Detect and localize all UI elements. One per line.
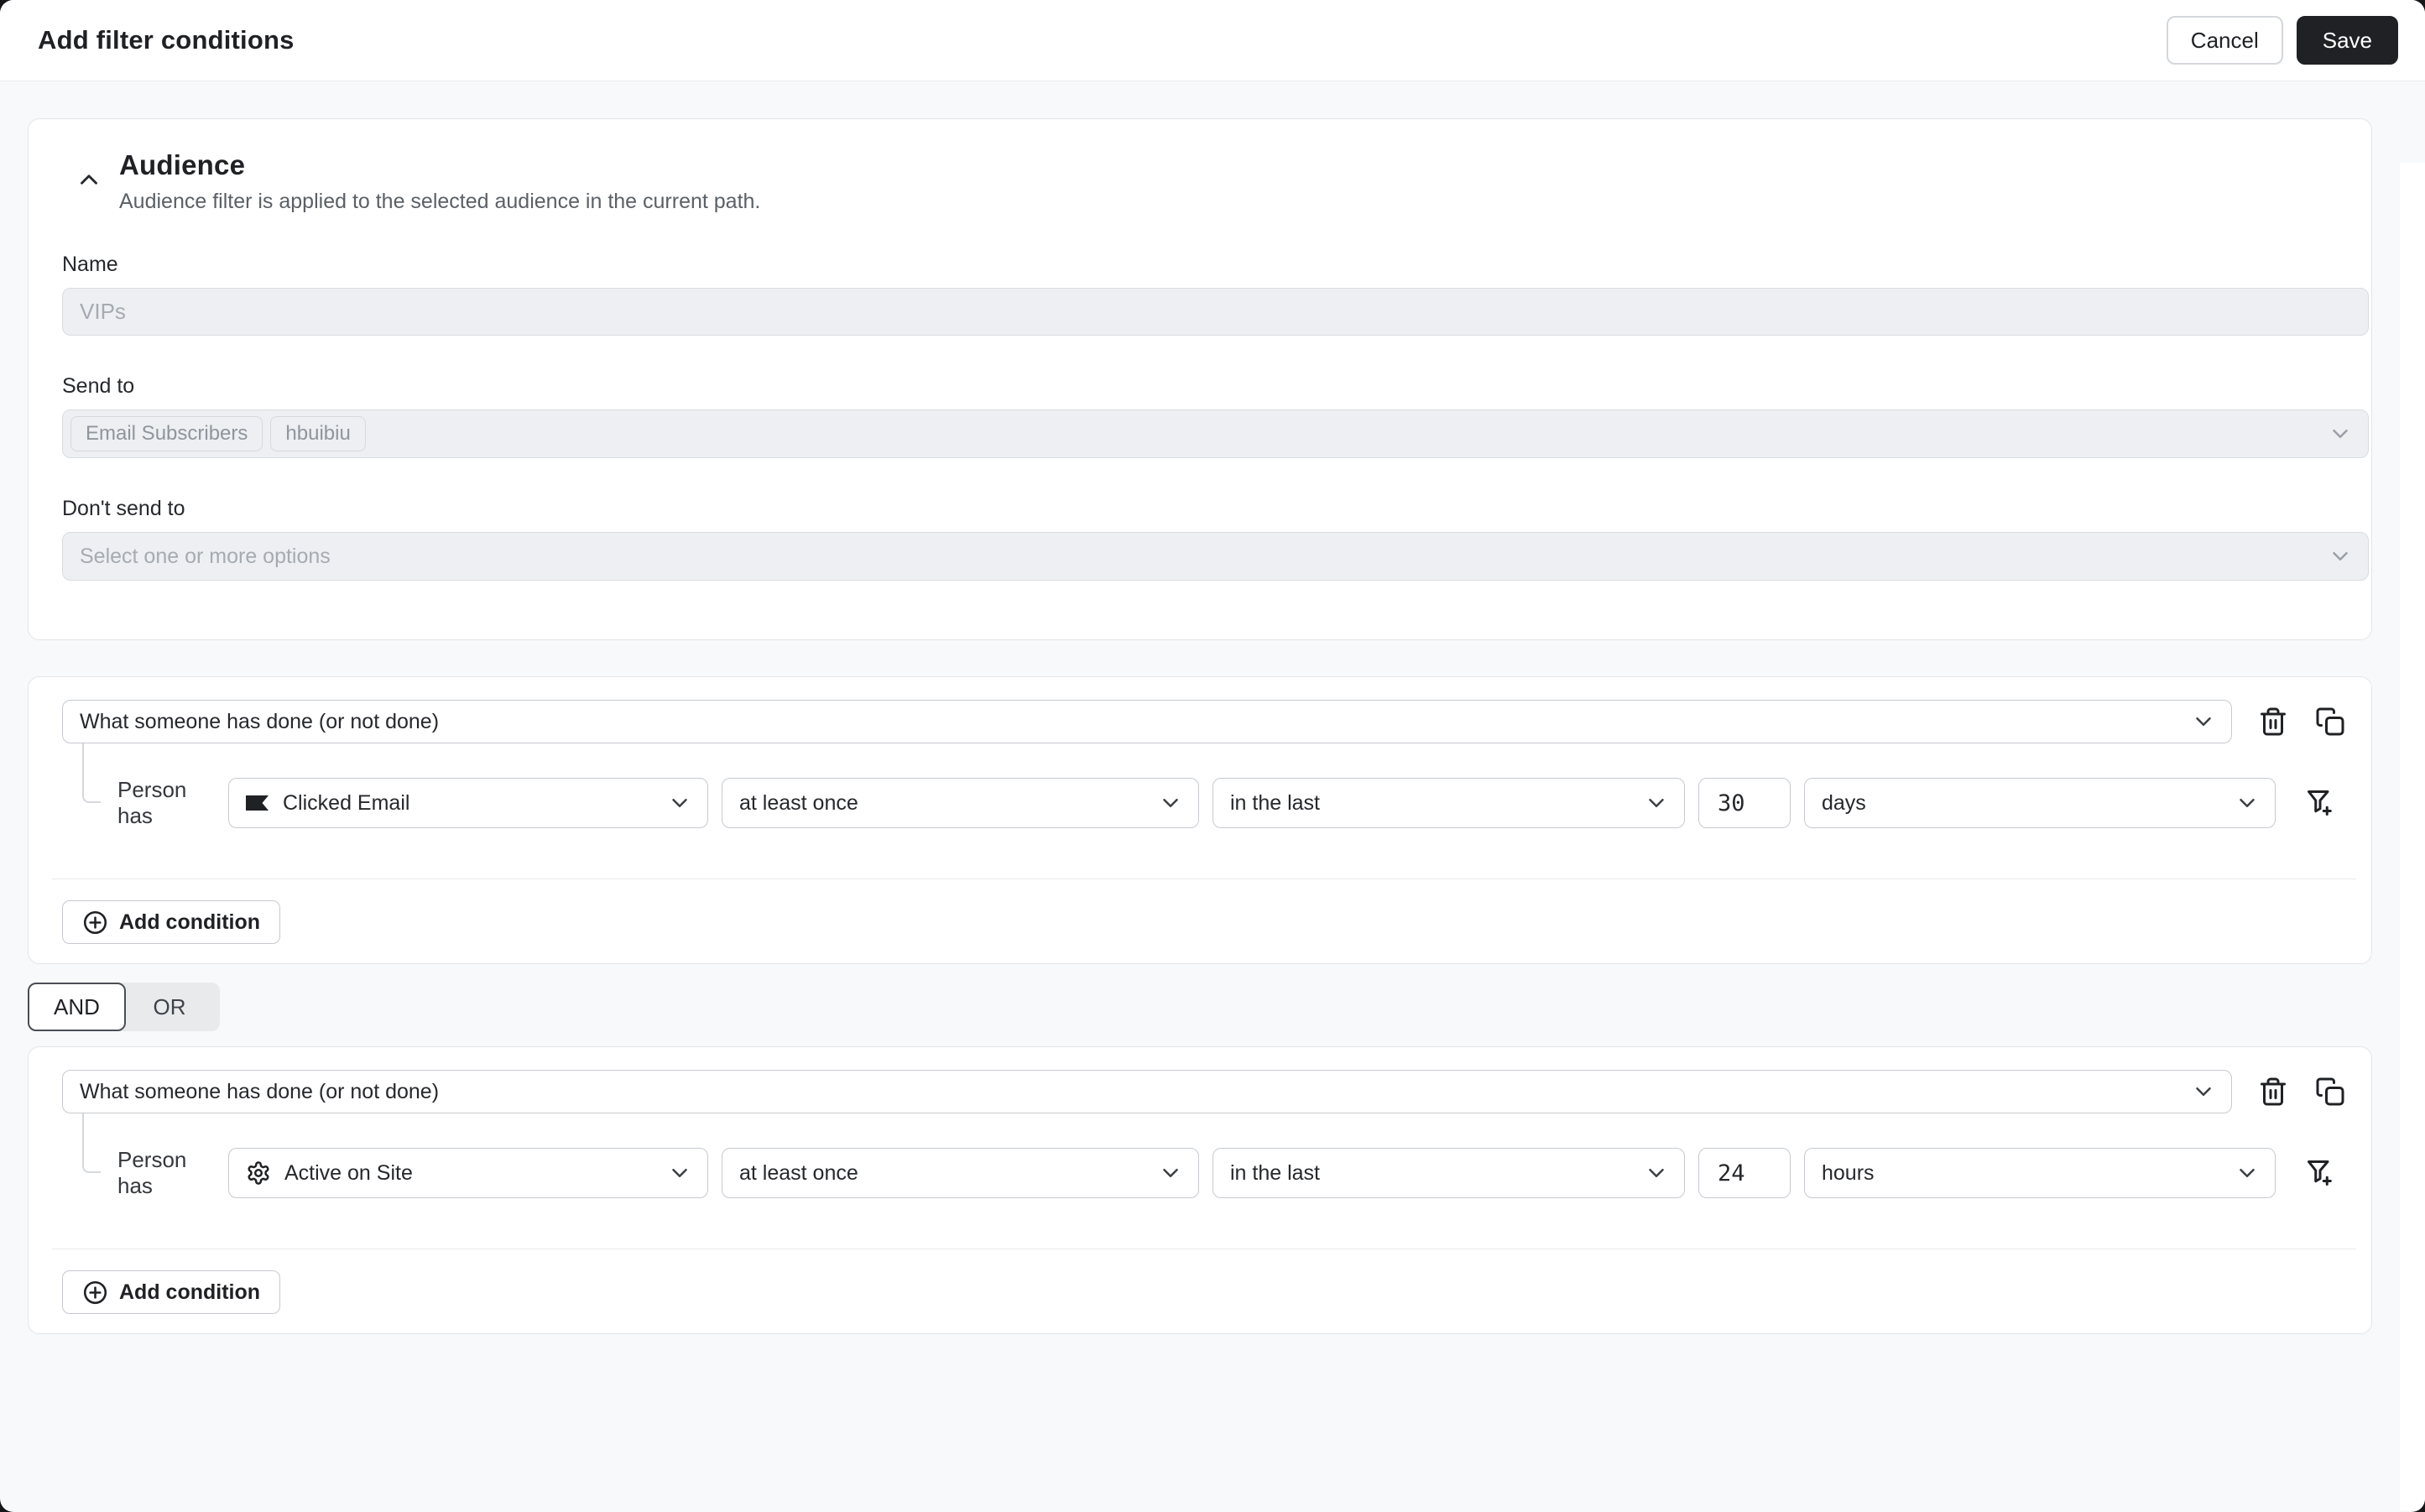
audience-chip[interactable]: Email Subscribers bbox=[70, 416, 263, 451]
add-time-filter-button[interactable] bbox=[2304, 787, 2336, 819]
condition-row: Person has Clicked Email at least once i… bbox=[117, 777, 2346, 828]
frequency-value: at least once bbox=[739, 790, 858, 815]
chevron-down-icon bbox=[667, 790, 692, 816]
funnel-plus-icon bbox=[2305, 788, 2335, 818]
delete-condition-button[interactable] bbox=[2257, 1076, 2289, 1108]
chevron-down-icon bbox=[2191, 1079, 2216, 1104]
copy-icon bbox=[2315, 1077, 2345, 1107]
condition-card: What someone has done (or not done) Pers… bbox=[28, 1046, 2372, 1334]
operator-or-button[interactable]: OR bbox=[119, 983, 220, 1031]
metric-select[interactable]: Active on Site bbox=[228, 1148, 708, 1198]
dialog-header: Add filter conditions Cancel Save bbox=[0, 0, 2425, 81]
audience-chip[interactable]: hbuibiu bbox=[270, 416, 366, 451]
time-unit-select[interactable]: hours bbox=[1804, 1148, 2276, 1198]
chevron-down-icon bbox=[1644, 790, 1669, 816]
chevron-down-icon bbox=[2328, 421, 2353, 446]
condition-type-row: What someone has done (or not done) bbox=[62, 1070, 2346, 1113]
circle-plus-icon bbox=[82, 910, 108, 936]
dont-send-to-label: Don't send to bbox=[62, 497, 185, 520]
frequency-value: at least once bbox=[739, 1160, 858, 1185]
operator-toggle: AND OR bbox=[28, 983, 220, 1031]
time-unit-value: days bbox=[1822, 790, 1866, 815]
page-title: Add filter conditions bbox=[38, 25, 295, 55]
audience-header: Audience Audience filter is applied to t… bbox=[62, 149, 2342, 214]
gear-icon bbox=[246, 1160, 271, 1186]
chevron-down-icon bbox=[2235, 790, 2260, 816]
timeframe-select[interactable]: in the last bbox=[1212, 1148, 1685, 1198]
dialog-body: Audience Audience filter is applied to t… bbox=[0, 81, 2425, 1512]
condition-type-value: What someone has done (or not done) bbox=[80, 709, 440, 733]
chevron-down-icon bbox=[2235, 1160, 2260, 1186]
add-condition-button[interactable]: Add condition bbox=[62, 900, 281, 944]
condition-type-select[interactable]: What someone has done (or not done) bbox=[62, 1070, 2232, 1113]
branch-connector bbox=[82, 1113, 101, 1173]
section-title: Audience bbox=[119, 149, 246, 180]
operator-and-button[interactable]: AND bbox=[28, 983, 126, 1031]
condition-type-value: What someone has done (or not done) bbox=[80, 1079, 440, 1103]
chevron-down-icon bbox=[2328, 544, 2353, 569]
timeframe-value: in the last bbox=[1230, 1160, 1321, 1185]
chevron-down-icon bbox=[1158, 790, 1183, 816]
chevron-up-icon bbox=[75, 165, 103, 194]
condition-type-row: What someone has done (or not done) bbox=[62, 700, 2346, 743]
trash-icon bbox=[2258, 706, 2288, 737]
condition-card: What someone has done (or not done) Pers… bbox=[28, 676, 2372, 964]
metric-value: Clicked Email bbox=[283, 790, 410, 815]
send-to-select[interactable]: Email Subscribers hbuibiu bbox=[62, 409, 2369, 458]
scrollbar-gutter[interactable] bbox=[2400, 163, 2425, 1510]
circle-plus-icon bbox=[82, 1280, 108, 1306]
frequency-select[interactable]: at least once bbox=[722, 1148, 1199, 1198]
timeframe-value: in the last bbox=[1230, 790, 1321, 815]
audience-header-text: Audience Audience filter is applied to t… bbox=[119, 149, 760, 214]
condition-detail: Person has Active on Site at least once bbox=[62, 1113, 2346, 1198]
condition-row: Person has Active on Site at least once bbox=[117, 1147, 2346, 1198]
funnel-plus-icon bbox=[2305, 1158, 2335, 1188]
add-condition-label: Add condition bbox=[119, 1280, 261, 1304]
timeframe-value-input[interactable] bbox=[1698, 778, 1791, 828]
add-filter-conditions-dialog: Add filter conditions Cancel Save Audien… bbox=[0, 0, 2425, 1512]
add-time-filter-button[interactable] bbox=[2304, 1157, 2336, 1189]
condition-prefix: Person has bbox=[117, 1147, 187, 1198]
audience-section: Audience Audience filter is applied to t… bbox=[28, 118, 2372, 640]
time-unit-select[interactable]: days bbox=[1804, 778, 2276, 828]
cancel-button[interactable]: Cancel bbox=[2166, 16, 2283, 65]
delete-condition-button[interactable] bbox=[2257, 706, 2289, 738]
name-input[interactable] bbox=[62, 288, 2369, 336]
duplicate-condition-button[interactable] bbox=[2314, 1076, 2346, 1108]
metric-value: Active on Site bbox=[284, 1160, 413, 1185]
add-condition-label: Add condition bbox=[119, 910, 261, 934]
timeframe-select[interactable]: in the last bbox=[1212, 778, 1685, 828]
select-placeholder: Select one or more options bbox=[80, 544, 331, 568]
chevron-down-icon bbox=[2191, 709, 2216, 734]
save-button[interactable]: Save bbox=[2296, 16, 2398, 65]
name-label: Name bbox=[62, 253, 118, 276]
metric-select[interactable]: Clicked Email bbox=[228, 778, 708, 828]
trash-icon bbox=[2258, 1077, 2288, 1107]
chevron-down-icon bbox=[667, 1160, 692, 1186]
branch-connector bbox=[82, 743, 101, 803]
section-subtitle: Audience filter is applied to the select… bbox=[119, 190, 761, 213]
time-unit-value: hours bbox=[1822, 1160, 1875, 1185]
frequency-select[interactable]: at least once bbox=[722, 778, 1199, 828]
copy-icon bbox=[2315, 706, 2345, 737]
flag-icon bbox=[246, 795, 269, 811]
collapse-section-button[interactable] bbox=[74, 164, 104, 195]
dont-send-to-select[interactable]: Select one or more options bbox=[62, 532, 2369, 581]
condition-detail: Person has Clicked Email at least once i… bbox=[62, 743, 2346, 828]
timeframe-value-input[interactable] bbox=[1698, 1148, 1791, 1198]
chevron-down-icon bbox=[1644, 1160, 1669, 1186]
condition-prefix: Person has bbox=[117, 777, 187, 828]
duplicate-condition-button[interactable] bbox=[2314, 706, 2346, 738]
send-to-label: Send to bbox=[62, 374, 135, 398]
condition-type-select[interactable]: What someone has done (or not done) bbox=[62, 700, 2232, 743]
add-condition-button[interactable]: Add condition bbox=[62, 1270, 281, 1314]
chevron-down-icon bbox=[1158, 1160, 1183, 1186]
